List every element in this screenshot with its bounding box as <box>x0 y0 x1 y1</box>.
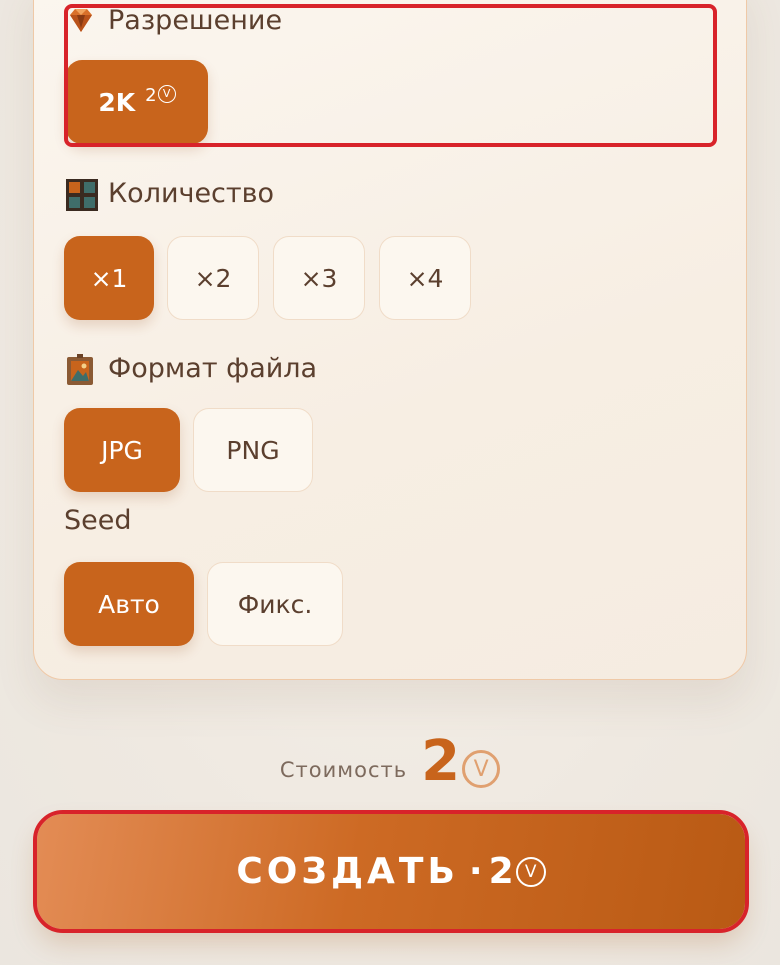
cost-amount: 2 V <box>421 729 501 794</box>
format-title-text: Формат файла <box>108 353 318 384</box>
v-coin-icon: V <box>462 750 501 788</box>
resolution-title-text: Разрешение <box>108 5 283 36</box>
cost-summary: Стоимость 2 V <box>0 720 780 790</box>
quantity-option-x2[interactable]: ×2 <box>167 236 259 320</box>
cost-value: 2 <box>421 729 461 794</box>
resolution-title: Разрешение <box>66 5 282 36</box>
create-button-cost: 2 <box>488 851 514 892</box>
format-title: Формат файла <box>66 353 318 385</box>
seed-title-text: Seed <box>64 505 132 536</box>
format-option-png[interactable]: PNG <box>193 408 313 492</box>
quantity-option-label: ×2 <box>194 263 232 293</box>
resolution-cost: 2 V <box>145 84 176 106</box>
seed-option-label: Фикс. <box>237 589 313 619</box>
picture-frame-icon <box>66 353 96 385</box>
quantity-option-x3[interactable]: ×3 <box>273 236 365 320</box>
v-coin-icon: V <box>515 856 546 887</box>
seed-title: Seed <box>64 505 132 536</box>
grid-icon <box>66 178 98 211</box>
seed-option-auto[interactable]: Авто <box>64 562 194 646</box>
create-button-label: СОЗДАТЬ <box>236 851 459 892</box>
create-button[interactable]: СОЗДАТЬ · 2 V <box>37 814 745 929</box>
quantity-title-text: Количество <box>108 178 275 209</box>
create-button-separator: · <box>468 851 483 892</box>
quantity-option-label: ×3 <box>300 263 338 293</box>
quantity-option-label: ×1 <box>90 263 128 293</box>
quantity-option-x1[interactable]: ×1 <box>64 236 154 320</box>
resolution-cost-value: 2 <box>145 84 157 106</box>
cost-label: Стоимость <box>279 758 408 782</box>
gem-icon <box>66 6 96 36</box>
quantity-option-label: ×4 <box>406 263 444 293</box>
quantity-option-x4[interactable]: ×4 <box>379 236 471 320</box>
seed-option-label: Авто <box>98 589 160 619</box>
v-coin-icon: V <box>157 84 176 103</box>
seed-option-fixed[interactable]: Фикс. <box>207 562 343 646</box>
format-option-label: JPG <box>101 435 143 465</box>
resolution-option-2k[interactable]: 2K 2 V <box>66 60 208 144</box>
quantity-title: Количество <box>66 178 275 211</box>
format-option-label: PNG <box>226 435 280 465</box>
format-option-jpg[interactable]: JPG <box>64 408 180 492</box>
resolution-option-label: 2K <box>98 87 136 117</box>
